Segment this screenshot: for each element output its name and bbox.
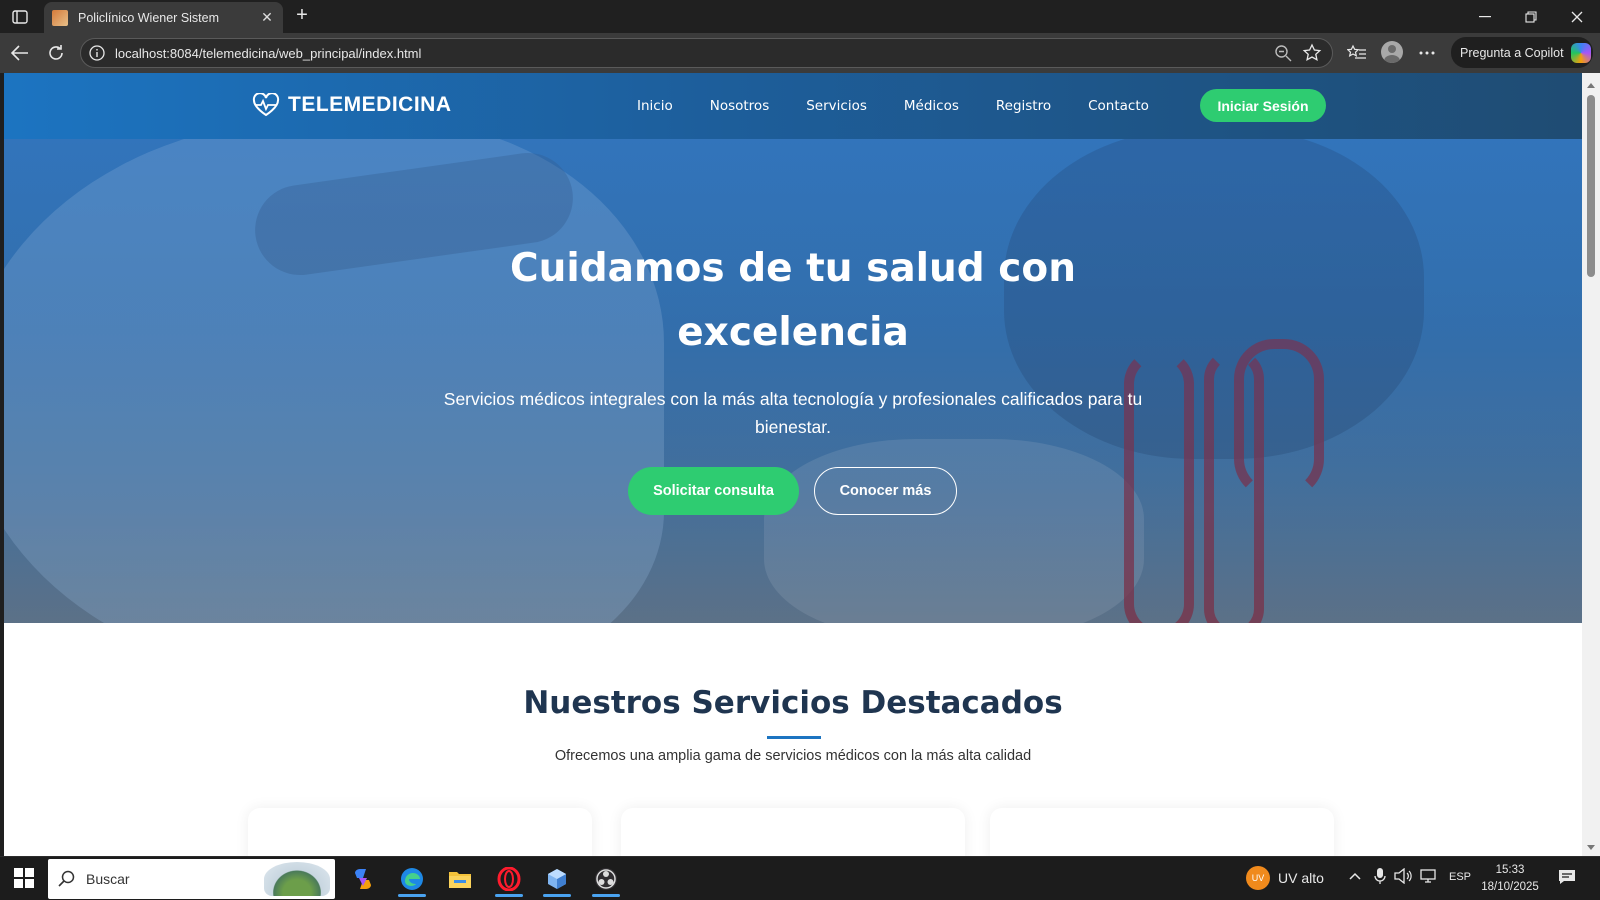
network-icon[interactable] (1420, 869, 1438, 887)
profile-avatar[interactable] (1381, 41, 1403, 63)
tab-title: Policlínico Wiener Sistem (78, 10, 220, 25)
scrollbar-thumb[interactable] (1587, 95, 1595, 277)
favorites-icon[interactable] (1345, 41, 1369, 65)
weather-widget[interactable]: UV UV alto (1246, 866, 1324, 890)
services-title: Nuestros Servicios Destacados (523, 685, 1063, 721)
hero-section: Cuidamos de tu salud con excelencia Serv… (4, 139, 1582, 623)
site-logo[interactable]: TELEMEDICINA (252, 93, 452, 117)
nav-link-inicio[interactable]: Inicio (637, 98, 673, 114)
search-highlight-image (264, 862, 330, 896)
scroll-up-icon[interactable] (1587, 83, 1595, 88)
obs-icon[interactable] (586, 861, 626, 897)
zoom-out-icon[interactable] (1274, 44, 1292, 67)
clock-time: 15:33 (1495, 864, 1525, 876)
windows-start-icon[interactable] (14, 868, 34, 888)
nav-link-servicios[interactable]: Servicios (806, 98, 867, 114)
notification-icon[interactable] (1558, 869, 1576, 888)
taskbar-search[interactable]: Buscar (48, 859, 335, 899)
uv-label: UV alto (1278, 870, 1324, 886)
search-placeholder: Buscar (86, 871, 130, 887)
tab-actions-icon[interactable] (8, 6, 32, 28)
refresh-icon[interactable] (44, 41, 68, 65)
hero-subtitle: Servicios médicos integrales con la más … (443, 389, 1143, 437)
request-consultation-button[interactable]: Solicitar consulta (628, 467, 799, 515)
heart-pulse-icon (252, 93, 280, 117)
nav-link-contacto[interactable]: Contacto (1088, 98, 1149, 114)
browser-tab[interactable]: Policlínico Wiener Sistem ✕ (44, 2, 283, 33)
services-subtitle: Ofrecemos una amplia gama de servicios m… (554, 748, 1032, 764)
favicon (52, 9, 68, 26)
title-underline (767, 736, 821, 739)
chevron-up-icon[interactable] (1349, 869, 1361, 883)
copilot-label: Pregunta a Copilot (1460, 45, 1564, 60)
file-explorer-icon[interactable] (440, 861, 480, 897)
more-icon[interactable] (1415, 41, 1439, 65)
scroll-down-icon[interactable] (1587, 845, 1595, 850)
site-navbar: TELEMEDICINA Inicio Nosotros Servicios M… (4, 73, 1582, 139)
restore-icon[interactable] (1508, 0, 1554, 33)
nav-link-registro[interactable]: Registro (996, 98, 1051, 114)
page-scrollbar[interactable] (1582, 73, 1600, 856)
hero-title: Cuidamos de tu salud con excelencia (4, 237, 1582, 365)
minimize-icon[interactable] (1462, 0, 1508, 33)
mic-icon[interactable] (1374, 867, 1386, 888)
uv-badge: UV (1246, 866, 1270, 890)
app-cube-icon[interactable] (537, 861, 577, 897)
nav-link-medicos[interactable]: Médicos (904, 98, 959, 114)
url-text: localhost:8084/telemedicina/web_principa… (115, 46, 422, 61)
copilot-app-icon[interactable] (343, 861, 383, 897)
close-icon[interactable]: ✕ (259, 9, 275, 26)
language-indicator[interactable]: ESP (1449, 871, 1471, 883)
browser-toolbar: localhost:8084/telemedicina/web_principa… (0, 33, 1600, 73)
hero-title-line: Cuidamos de tu salud con (510, 246, 1076, 291)
hero-title-line: excelencia (677, 310, 909, 355)
nav-links: Inicio Nosotros Servicios Médicos Regist… (637, 73, 1186, 139)
copilot-icon (1570, 42, 1591, 63)
service-card[interactable] (990, 808, 1334, 856)
system-clock[interactable]: 15:33 18/10/2025 (1470, 862, 1550, 896)
service-card[interactable] (248, 808, 592, 856)
browser-tab-bar: Policlínico Wiener Sistem ✕ + (0, 0, 1600, 33)
info-icon[interactable] (89, 45, 105, 61)
window-close-icon[interactable] (1554, 0, 1600, 33)
page-viewport: TELEMEDICINA Inicio Nosotros Servicios M… (4, 73, 1582, 856)
copilot-button[interactable]: Pregunta a Copilot (1451, 37, 1593, 68)
clock-date: 18/10/2025 (1481, 881, 1539, 893)
back-icon[interactable] (8, 41, 32, 65)
service-card[interactable] (621, 808, 965, 856)
plus-icon[interactable]: + (290, 4, 314, 28)
address-bar[interactable]: localhost:8084/telemedicina/web_principa… (80, 38, 1333, 68)
favorite-star-icon[interactable] (1302, 43, 1322, 68)
nav-link-nosotros[interactable]: Nosotros (710, 98, 770, 114)
edge-icon[interactable] (392, 861, 432, 897)
hero-overlay (4, 139, 1582, 623)
opera-icon[interactable] (489, 861, 529, 897)
windows-taskbar: Buscar UV UV alto ESP 15:33 18/10/2025 (0, 856, 1600, 900)
speaker-icon[interactable] (1394, 867, 1412, 887)
login-button[interactable]: Iniciar Sesión (1200, 89, 1326, 122)
learn-more-button[interactable]: Conocer más (814, 467, 957, 515)
logo-text: TELEMEDICINA (288, 93, 452, 116)
search-icon (58, 870, 75, 887)
